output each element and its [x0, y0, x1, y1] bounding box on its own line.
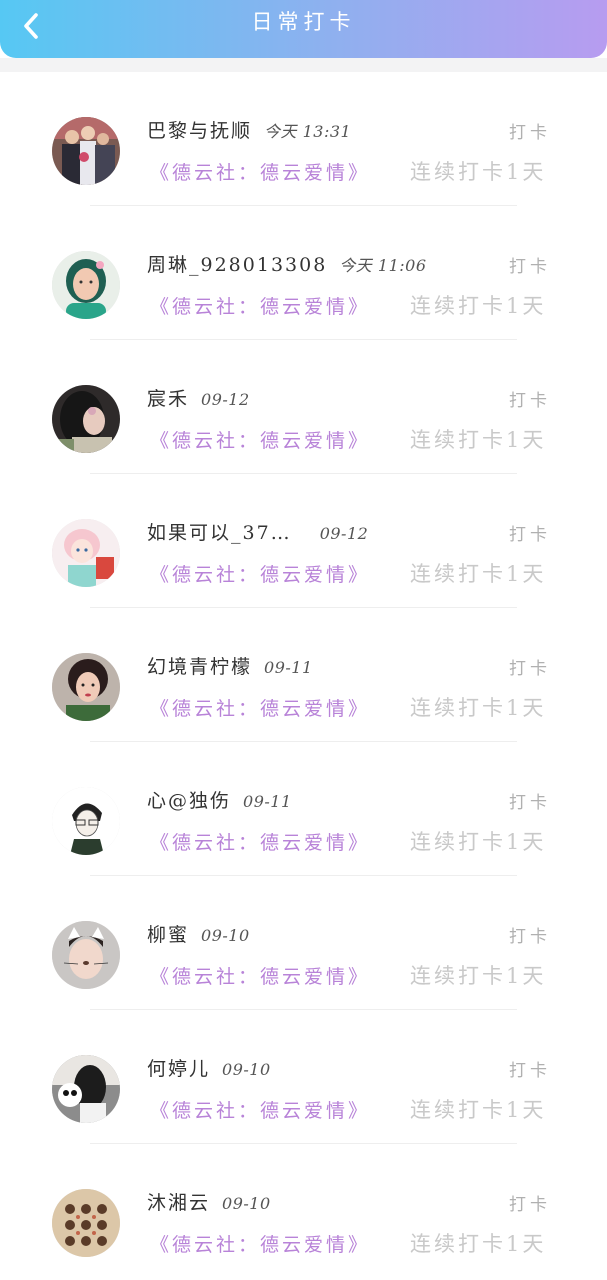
book-title-link[interactable]: 《德云社：德云爱情》	[150, 158, 370, 185]
avatar[interactable]	[52, 117, 120, 185]
avatar[interactable]	[52, 385, 120, 453]
avatar[interactable]	[52, 921, 120, 989]
checkin-action-label: 打卡	[509, 1061, 551, 1081]
book-title-link[interactable]: 《德云社：德云爱情》	[150, 292, 370, 319]
panda-photo-avatar	[52, 1055, 120, 1123]
list-item[interactable]: 沐湘云 09-10 打卡 《德云社：德云爱情》 连续打卡1天	[0, 1144, 607, 1278]
streak-text: 连续打卡1天	[410, 696, 547, 720]
streak-text: 连续打卡1天	[410, 160, 547, 184]
book-title-link[interactable]: 《德云社：德云爱情》	[150, 1096, 370, 1123]
checkin-time: 09-10	[222, 1194, 271, 1213]
avatar[interactable]	[52, 251, 120, 319]
streak-text: 连续打卡1天	[410, 964, 547, 988]
checkin-time: 今天 13:31	[264, 122, 352, 141]
book-title-link[interactable]: 《德云社：德云爱情》	[150, 828, 370, 855]
checkin-action-label: 打卡	[509, 123, 551, 143]
checkin-time: 09-12	[319, 524, 369, 543]
user-name: 宸禾 09-12	[147, 388, 250, 410]
user-name: 何婷儿 09-10	[147, 1058, 271, 1080]
book-title-link[interactable]: 《德云社：德云爱情》	[150, 560, 370, 587]
sketch-boy-avatar	[52, 787, 120, 855]
list-item[interactable]: 心@独伤 09-11 打卡 《德云社：德云爱情》 连续打卡1天	[0, 742, 607, 876]
checkin-action-label: 打卡	[509, 659, 551, 679]
list-item[interactable]: 周琳_928013308 今天 11:06 打卡 《德云社：德云爱情》 连续打卡1…	[0, 206, 607, 340]
streak-text: 连续打卡1天	[410, 428, 547, 452]
avatar[interactable]	[52, 519, 120, 587]
checkin-action-label: 打卡	[509, 257, 551, 277]
book-title-link[interactable]: 《德云社：德云爱情》	[150, 694, 370, 721]
streak-text: 连续打卡1天	[410, 830, 547, 854]
user-name: 沐湘云 09-10	[147, 1192, 271, 1214]
user-name: 如果可以_37… 09-12	[147, 522, 369, 544]
user-name: 幻境青柠檬 09-11	[147, 656, 313, 678]
page-title: 日常打卡	[251, 10, 356, 34]
user-name: 心@独伤 09-11	[147, 790, 292, 812]
top-navigation-bar: 日常打卡	[0, 0, 607, 58]
list-item[interactable]: 何婷儿 09-10 打卡 《德云社：德云爱情》 连续打卡1天	[0, 1010, 607, 1144]
checkin-action-label: 打卡	[509, 927, 551, 947]
book-title-link[interactable]: 《德云社：德云爱情》	[150, 426, 370, 453]
anime-girl-avatar	[52, 519, 120, 587]
book-title-link[interactable]: 《德云社：德云爱情》	[150, 1230, 370, 1257]
avatar[interactable]	[52, 653, 120, 721]
bear-pattern-avatar	[52, 1189, 120, 1257]
checkin-action-label: 打卡	[509, 391, 551, 411]
checkin-time: 09-11	[264, 658, 313, 677]
list-item[interactable]: 宸禾 09-12 打卡 《德云社：德云爱情》 连续打卡1天	[0, 340, 607, 474]
avatar[interactable]	[52, 787, 120, 855]
avatar[interactable]	[52, 1055, 120, 1123]
woman-portrait-avatar	[52, 251, 120, 319]
user-name: 巴黎与抚顺 今天 13:31	[147, 120, 352, 142]
woman-profile-avatar	[52, 385, 120, 453]
streak-text: 连续打卡1天	[410, 1098, 547, 1122]
streak-text: 连续打卡1天	[410, 1232, 547, 1256]
user-name: 柳蜜 09-10	[147, 924, 250, 946]
list-item[interactable]: 巴黎与抚顺 今天 13:31 打卡 《德云社：德云爱情》 连续打卡1天	[0, 72, 607, 206]
checkin-time: 09-12	[201, 390, 250, 409]
list-item[interactable]: 如果可以_37… 09-12 打卡 《德云社：德云爱情》 连续打卡1天	[0, 474, 607, 608]
woman-selfie-avatar	[52, 653, 120, 721]
avatar[interactable]	[52, 1189, 120, 1257]
list-item[interactable]: 幻境青柠檬 09-11 打卡 《德云社：德云爱情》 连续打卡1天	[0, 608, 607, 742]
list-item[interactable]: 柳蜜 09-10 打卡 《德云社：德云爱情》 连续打卡1天	[0, 876, 607, 1010]
streak-text: 连续打卡1天	[410, 562, 547, 586]
checkin-action-label: 打卡	[509, 525, 551, 545]
group-photo-avatar	[52, 117, 120, 185]
checkin-time: 09-10	[201, 926, 250, 945]
checkin-time: 今天 11:06	[339, 256, 427, 275]
streak-text: 连续打卡1天	[410, 294, 547, 318]
cat-filter-avatar	[52, 921, 120, 989]
checkin-action-label: 打卡	[509, 1195, 551, 1215]
checkin-time: 09-11	[243, 792, 292, 811]
checkin-time: 09-10	[222, 1060, 271, 1079]
checkin-action-label: 打卡	[509, 793, 551, 813]
checkin-list: 巴黎与抚顺 今天 13:31 打卡 《德云社：德云爱情》 连续打卡1天 周琳_92…	[0, 72, 607, 1278]
user-name: 周琳_928013308 今天 11:06	[147, 254, 427, 276]
book-title-link[interactable]: 《德云社：德云爱情》	[150, 962, 370, 989]
header-divider-band	[0, 58, 607, 72]
